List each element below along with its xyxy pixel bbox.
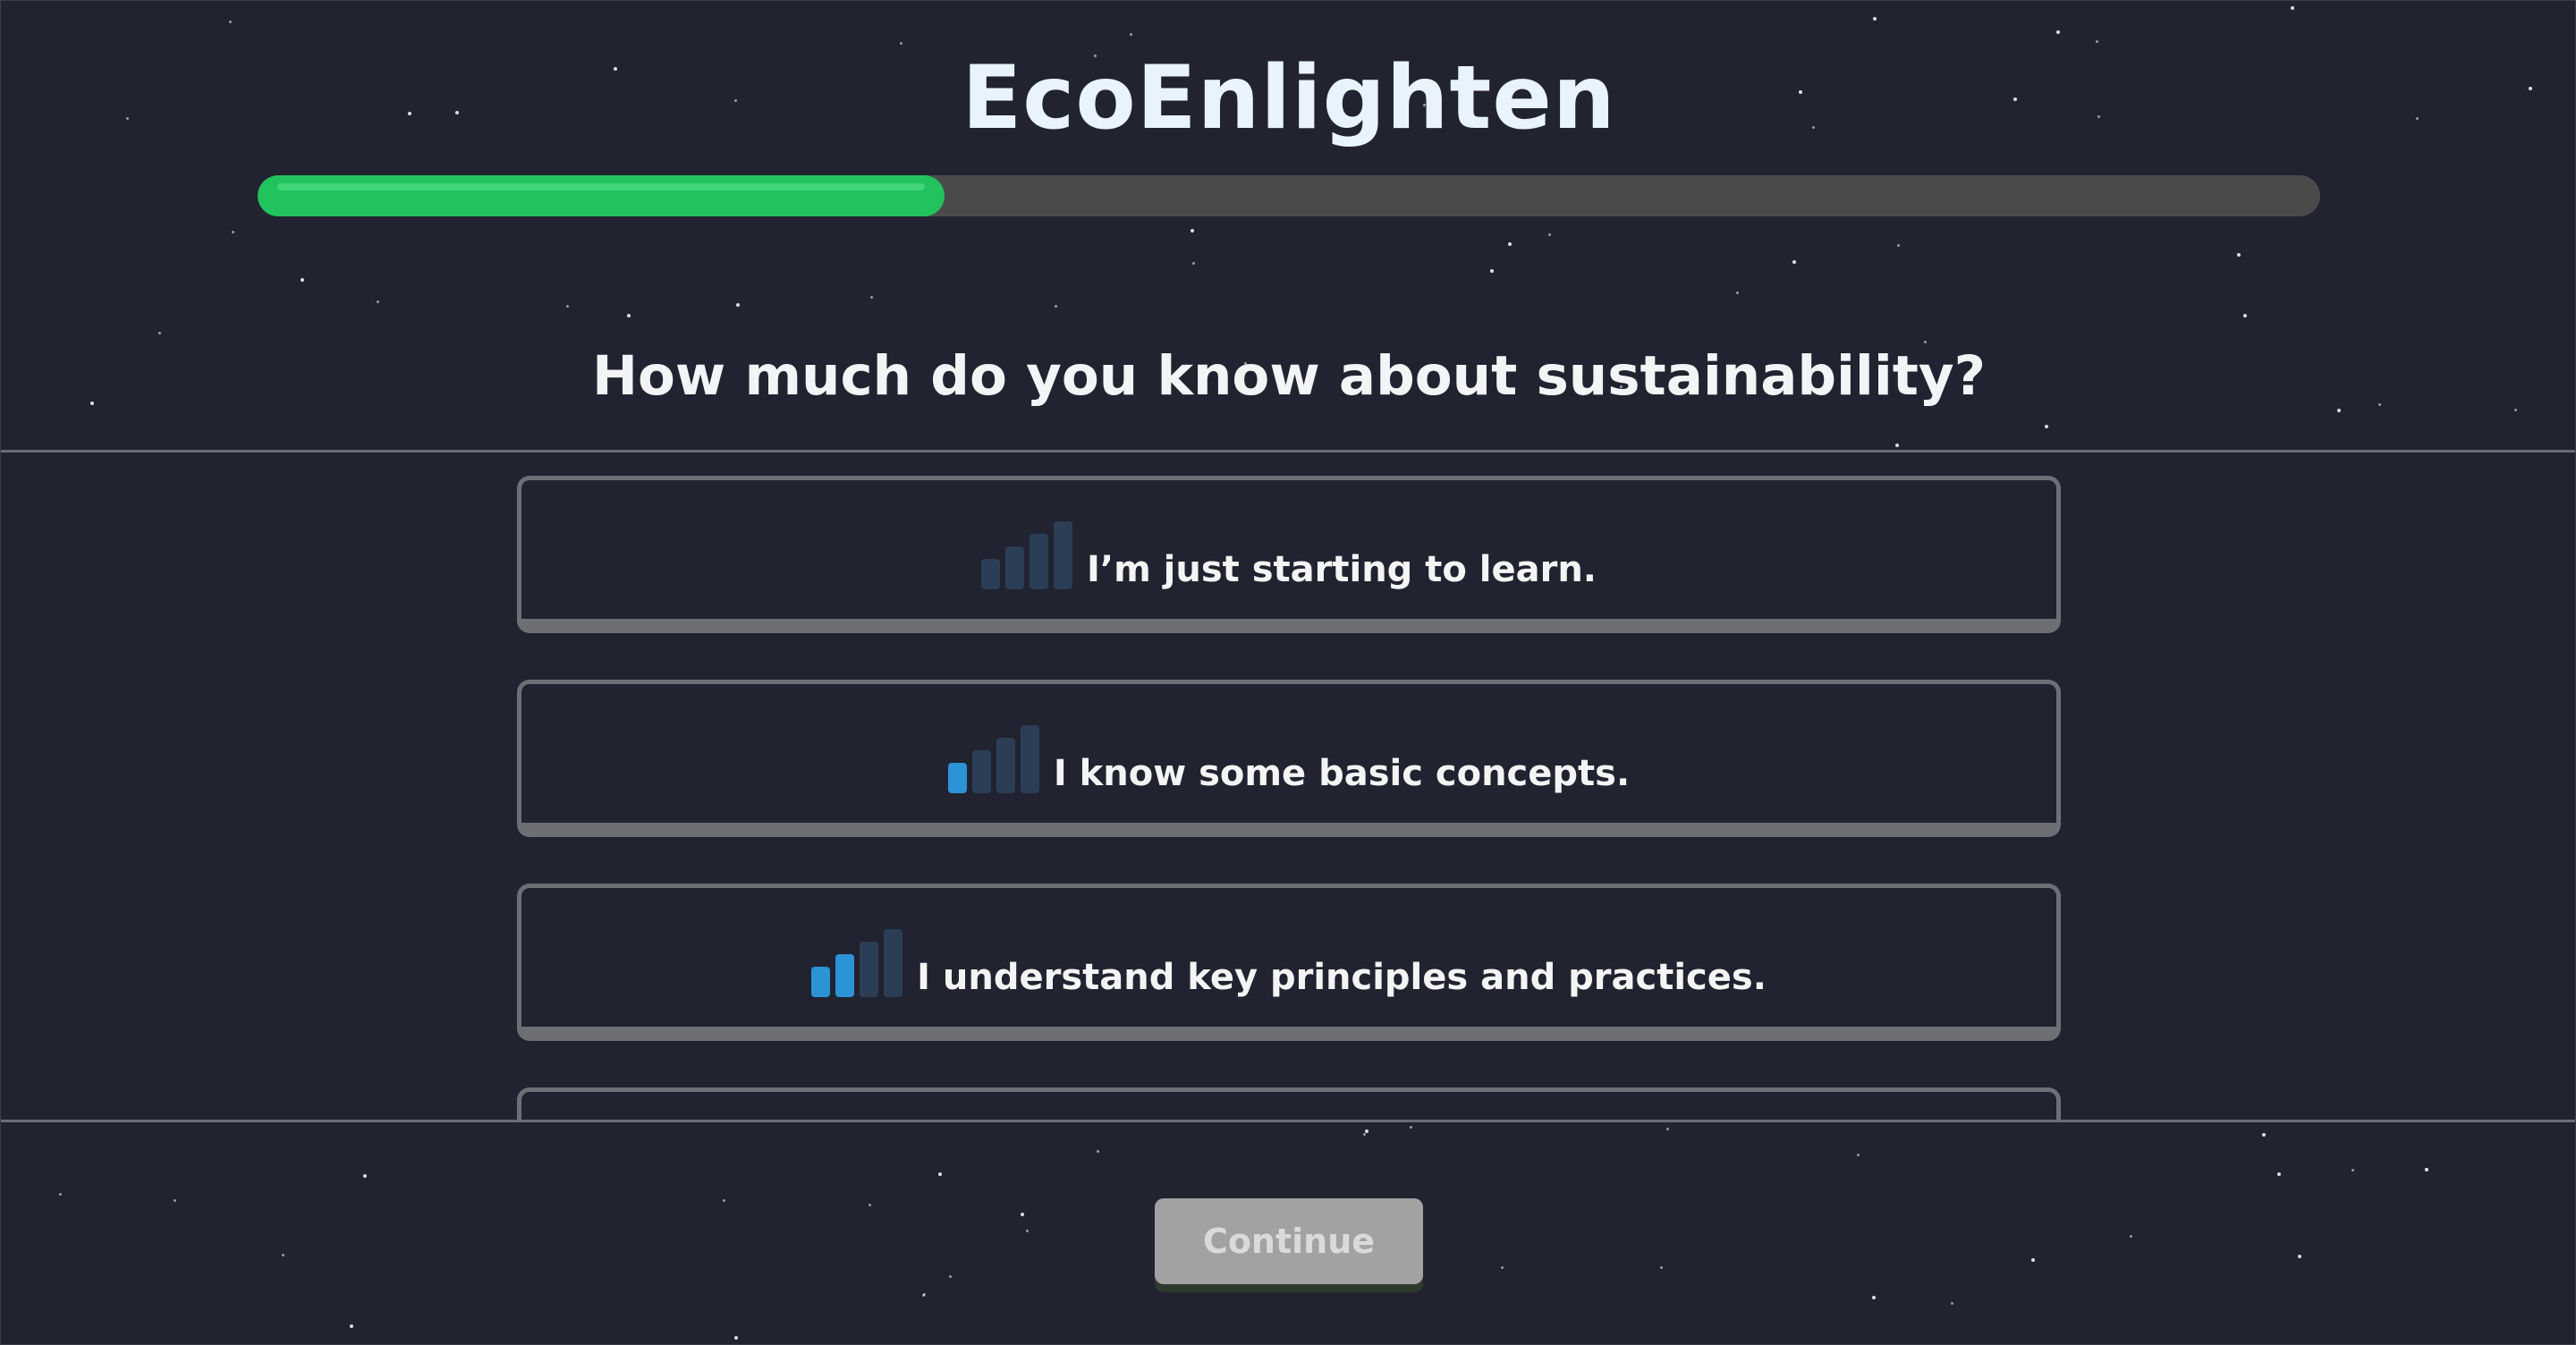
star [2337,409,2341,412]
star [2298,1255,2301,1258]
level-bar [835,953,855,997]
level-bar [1005,546,1024,589]
star [229,21,232,23]
star [1501,1266,1504,1269]
level-bar [947,762,967,793]
option-content: I understand key principles and practice… [811,928,1767,998]
options-list[interactable]: I’m just starting to learn. I know some … [1,450,2575,1122]
star [1191,229,1194,233]
star [1873,17,1877,21]
option-content: I know some basic concepts. [947,724,1631,794]
star [1548,233,1551,236]
star [301,278,304,282]
star [2277,1172,2281,1176]
star [1951,1302,1953,1305]
level-bar [1030,533,1048,589]
option-label: I’m just starting to learn. [1087,548,1597,590]
level-bar [1054,520,1072,589]
level-bar [996,737,1015,793]
app-title: EcoEnlighten [962,47,1616,149]
star [1508,242,1512,246]
star [2031,1258,2035,1262]
star [1736,292,1739,294]
star [949,1275,952,1278]
star [2096,40,2098,43]
star [1924,341,1927,343]
star [627,314,631,317]
option-card-beginner[interactable]: I’m just starting to learn. [517,476,2061,633]
star [566,305,569,308]
level-bar [981,558,1000,589]
progress-bar-fill [258,175,945,216]
star [922,1294,925,1297]
star [2237,253,2241,257]
star [2291,6,2294,10]
star [1365,1129,1368,1133]
star [1097,1150,1099,1153]
signal-level-1-icon [947,724,1039,793]
star [1857,1154,1860,1156]
star [1792,260,1796,264]
star [870,296,873,299]
option-label: I understand key principles and practice… [917,956,1767,998]
star [1363,1133,1366,1136]
star [1192,262,1195,265]
star [2045,425,2048,428]
star [2425,1168,2428,1171]
star [2351,1169,2354,1172]
star [1026,1230,1029,1232]
star [1895,444,1899,447]
star [59,1193,62,1196]
signal-level-2-icon [811,928,903,997]
star [1130,33,1132,36]
option-label: I know some basic concepts. [1053,752,1631,794]
star [377,300,379,303]
star [2425,1168,2428,1172]
star [2056,30,2060,34]
star [734,1336,738,1340]
star [869,1204,871,1206]
option-card-basic[interactable]: I know some basic concepts. [517,680,2061,837]
star [1055,305,1057,308]
level-bar [860,941,879,997]
star [1897,244,1900,247]
level-bar [811,966,831,997]
signal-level-0-icon [981,520,1072,589]
star [1490,269,1494,273]
star [900,42,902,45]
star [923,1293,926,1296]
progress-bar [258,175,2320,216]
star [2130,1235,2132,1238]
onboarding-screen: EcoEnlighten How much do you know about … [0,0,2576,1345]
option-card-advanced[interactable] [517,1087,2061,1120]
star [174,1199,176,1202]
star [1666,1128,1669,1130]
star [232,231,234,233]
continue-button[interactable]: Continue [1155,1198,1423,1284]
star [282,1254,284,1256]
star [2514,409,2517,411]
star [938,1172,942,1176]
star [2243,314,2247,317]
level-bar [884,928,903,997]
star [736,303,740,307]
option-card-intermediate[interactable]: I understand key principles and practice… [517,884,2061,1041]
level-bar [971,749,991,793]
star [158,332,161,334]
star [1872,1296,1876,1299]
star [350,1324,353,1328]
star [363,1174,367,1178]
star [723,1199,725,1202]
star [1410,1126,1412,1129]
star [2262,1133,2266,1137]
star [1021,1213,1024,1216]
level-bar [1020,724,1039,793]
question-title: How much do you know about sustainabilit… [591,344,1987,408]
star [1660,1266,1663,1269]
option-content: I’m just starting to learn. [981,520,1597,590]
